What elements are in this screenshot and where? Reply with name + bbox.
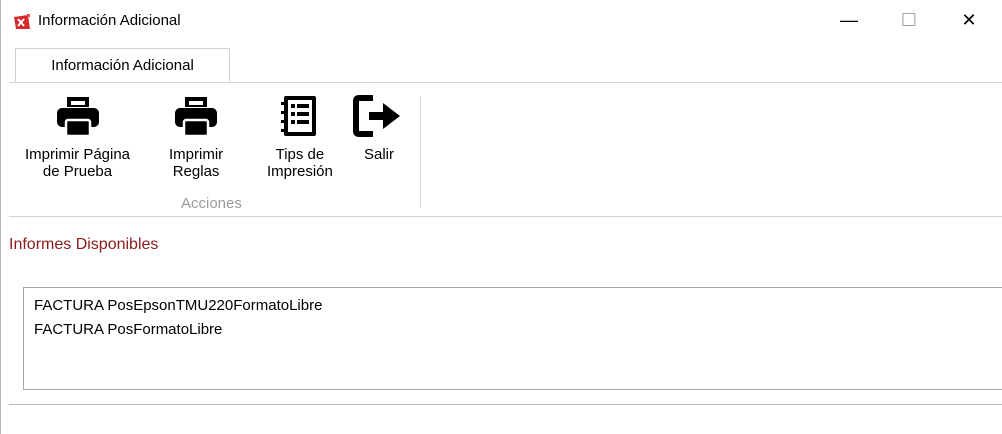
tab-informacion-adicional[interactable]: Información Adicional bbox=[15, 48, 230, 82]
printer-icon bbox=[56, 97, 99, 138]
ribbon-panel bbox=[9, 83, 1002, 217]
title-bar[interactable]: Información Adicional — ☐ ✕ bbox=[1, 0, 1002, 40]
section-title: Informes Disponibles bbox=[9, 236, 159, 253]
ribbon-group-label: Acciones bbox=[181, 195, 242, 212]
print-test-page-button[interactable]: Imprimir Página de Prueba bbox=[25, 92, 130, 180]
button-label-line1: Imprimir bbox=[169, 146, 224, 163]
close-button[interactable]: ✕ bbox=[946, 0, 992, 40]
button-label-line1: Imprimir Página bbox=[25, 146, 131, 163]
app-window: Información Adicional — ☐ ✕ Información … bbox=[0, 0, 1002, 434]
app-logo-icon bbox=[14, 14, 30, 29]
list-item[interactable]: FACTURA PosEpsonTMU220FormatoLibre bbox=[34, 297, 322, 314]
printing-tips-button[interactable]: Tips de Impresión bbox=[267, 92, 333, 180]
button-label-line2: Impresión bbox=[267, 163, 333, 180]
print-rules-button[interactable]: Imprimir Reglas bbox=[169, 92, 223, 180]
group-separator bbox=[420, 96, 421, 208]
button-label-line1: Tips de bbox=[275, 146, 325, 163]
window-title: Información Adicional bbox=[38, 12, 181, 29]
list-item[interactable]: FACTURA PosFormatoLibre bbox=[34, 321, 222, 338]
printer-icon bbox=[175, 97, 218, 138]
maximize-button[interactable]: ☐ bbox=[886, 0, 932, 40]
reports-listbox[interactable]: FACTURA PosEpsonTMU220FormatoLibre FACTU… bbox=[23, 287, 1002, 390]
notes-list-icon bbox=[280, 96, 316, 136]
exit-button[interactable]: Salir bbox=[353, 92, 405, 163]
minimize-button[interactable]: — bbox=[826, 0, 872, 40]
button-label-line2: Reglas bbox=[172, 163, 220, 180]
exit-arrow-icon bbox=[353, 95, 400, 137]
button-label-line2: de Prueba bbox=[42, 163, 113, 180]
status-divider bbox=[9, 404, 1002, 405]
button-label: Salir bbox=[363, 146, 394, 163]
